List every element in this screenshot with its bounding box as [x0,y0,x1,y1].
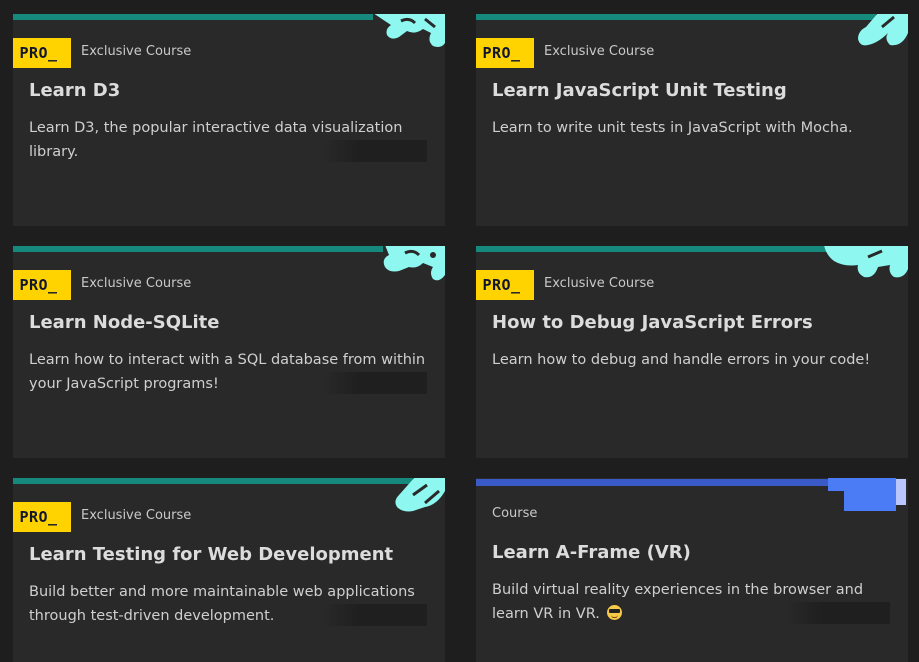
course-description: Learn how to debug and handle errors in … [492,352,871,368]
card-accent-bar [13,478,413,484]
card-fade-overlay [323,140,427,162]
card-accent-bar [13,14,373,20]
card-fade-overlay [323,372,427,394]
course-card-node-sqlite[interactable]: PRO_ Exclusive Course Learn Node-SQLite … [13,246,445,458]
pro-badge: PRO_ [476,38,534,68]
card-decoration-art [395,478,445,512]
card-decoration-art [383,246,445,281]
course-kind-label: Exclusive Course [544,44,655,59]
course-title[interactable]: Learn JavaScript Unit Testing [492,80,787,101]
course-kind-label: Course [492,506,538,521]
card-decoration-art [858,14,908,46]
course-kind-label: Exclusive Course [81,44,192,59]
card-fade-overlay [786,602,890,624]
card-decoration-art [824,246,908,278]
course-card-debug-js-errors[interactable]: PRO_ Exclusive Course How to Debug JavaS… [476,246,908,458]
card-accent-bar [476,246,836,252]
pro-badge: PRO_ [476,270,534,300]
course-kind-label: Exclusive Course [81,508,192,523]
pro-badge: PRO_ [13,270,71,300]
pro-badge: PRO_ [13,502,71,532]
course-title[interactable]: How to Debug JavaScript Errors [492,312,813,333]
sunglasses-emoji-icon [607,605,623,620]
course-kind-label: Exclusive Course [544,276,655,291]
card-decoration-art [828,478,906,511]
course-card-js-unit-testing[interactable]: PRO_ Exclusive Course Learn JavaScript U… [476,14,908,226]
course-title[interactable]: Learn A-Frame (VR) [492,542,691,563]
course-title[interactable]: Learn D3 [29,80,120,101]
card-decoration-art [374,14,445,47]
course-card-testing-web-dev[interactable]: PRO_ Exclusive Course Learn Testing for … [13,478,445,662]
course-kind-label: Exclusive Course [81,276,192,291]
course-card-learn-d3[interactable]: PRO_ Exclusive Course Learn D3 Learn D3,… [13,14,445,226]
card-accent-bar [476,14,876,20]
course-title[interactable]: Learn Node-SQLite [29,312,220,333]
course-description: Learn to write unit tests in JavaScript … [492,120,853,136]
pro-badge: PRO_ [13,38,71,68]
course-card-a-frame-vr[interactable]: Course Learn A-Frame (VR) Build virtual … [476,478,908,662]
course-title[interactable]: Learn Testing for Web Development [29,544,393,565]
card-fade-overlay [323,604,427,626]
card-accent-bar [476,479,836,486]
card-accent-bar [13,246,383,252]
